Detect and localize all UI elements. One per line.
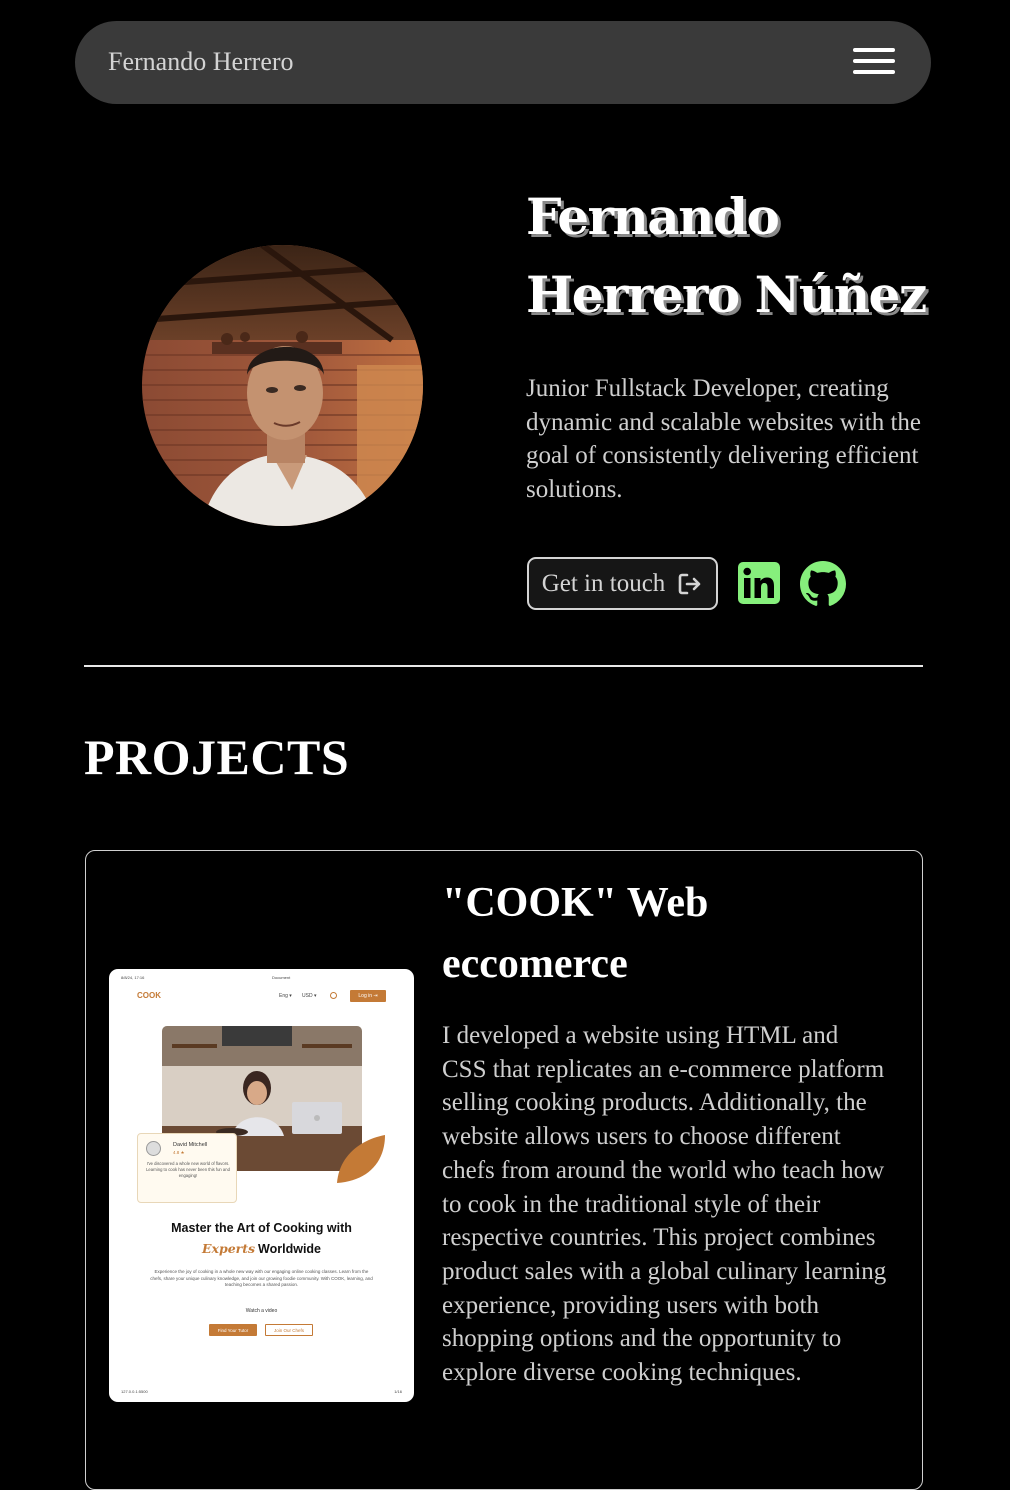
get-in-touch-label: Get in touch bbox=[541, 569, 666, 597]
project-title-line2: eccomerce bbox=[442, 941, 628, 987]
section-divider bbox=[84, 665, 923, 667]
navbar: Fernando Herrero bbox=[75, 21, 931, 104]
hero-name: Fernando Herrero Núñez bbox=[526, 178, 946, 334]
shot-login-button: Log in ⇥ bbox=[350, 990, 386, 1002]
shot-join-chefs-button: Join Our Chefs bbox=[265, 1324, 313, 1336]
shot-paragraph: Experience the joy of cooking in a whole… bbox=[150, 1269, 373, 1287]
project-screenshot[interactable]: 8/8/24, 17:16 Document COOK Eng ▾ USD ▾ … bbox=[109, 969, 414, 1402]
project-title-line1: "COOK" Web bbox=[442, 880, 709, 926]
project-description: I developed a website using HTML and CSS… bbox=[442, 1022, 887, 1387]
menu-icon[interactable] bbox=[853, 46, 895, 78]
shot-headline: Master the Art of Cooking with bbox=[171, 1221, 352, 1235]
project-card: 8/8/24, 17:16 Document COOK Eng ▾ USD ▾ … bbox=[85, 850, 923, 1490]
shot-headline-accent: Experts bbox=[201, 1241, 256, 1256]
reviewer-rating: 4.8 ★ bbox=[173, 1150, 185, 1155]
project-title[interactable]: "COOK" Web eccomerce bbox=[442, 873, 882, 995]
shot-headline-tail: Worldwide bbox=[258, 1242, 322, 1256]
hero-name-line2: Herrero Núñez bbox=[526, 265, 927, 324]
logout-arrow-icon bbox=[678, 573, 701, 594]
shot-footer-left: 127.0.0.1:5500 bbox=[121, 1389, 148, 1394]
shot-footer-right: 1/16 bbox=[394, 1389, 402, 1394]
projects-heading: PROJECTS bbox=[84, 729, 350, 785]
linkedin-icon[interactable] bbox=[738, 562, 780, 604]
shot-top-left: 8/8/24, 17:16 bbox=[121, 975, 145, 980]
shot-top-center: Document bbox=[272, 975, 291, 980]
get-in-touch-button[interactable]: Get in touch bbox=[527, 557, 718, 610]
shot-watch-video: Watch a video bbox=[245, 1308, 278, 1314]
shot-headline-2: Experts Worldwide bbox=[109, 1241, 414, 1256]
reviewer-avatar bbox=[146, 1141, 161, 1156]
shot-lang: Eng ▾ bbox=[279, 993, 292, 999]
hero-description: Junior Fullstack Developer, creating dyn… bbox=[526, 375, 922, 503]
github-icon[interactable] bbox=[800, 561, 846, 607]
nav-title[interactable]: Fernando Herrero bbox=[108, 47, 294, 77]
hero-name-line1: Fernando bbox=[526, 187, 780, 246]
reviewer-name: David Mitchell bbox=[173, 1142, 208, 1148]
review-text: I've discovered a whole new world of fla… bbox=[146, 1161, 230, 1178]
shot-find-tutor-button: Find Your Tutor bbox=[209, 1324, 257, 1336]
shot-circle-icon bbox=[330, 992, 337, 999]
profile-photo bbox=[142, 245, 423, 526]
cook-logo: COOK bbox=[137, 991, 161, 1000]
leaf-decoration-icon bbox=[337, 1135, 385, 1183]
shot-review-card: David Mitchell 4.8 ★ I've discovered a w… bbox=[137, 1133, 237, 1203]
shot-currency: USD ▾ bbox=[302, 993, 317, 999]
